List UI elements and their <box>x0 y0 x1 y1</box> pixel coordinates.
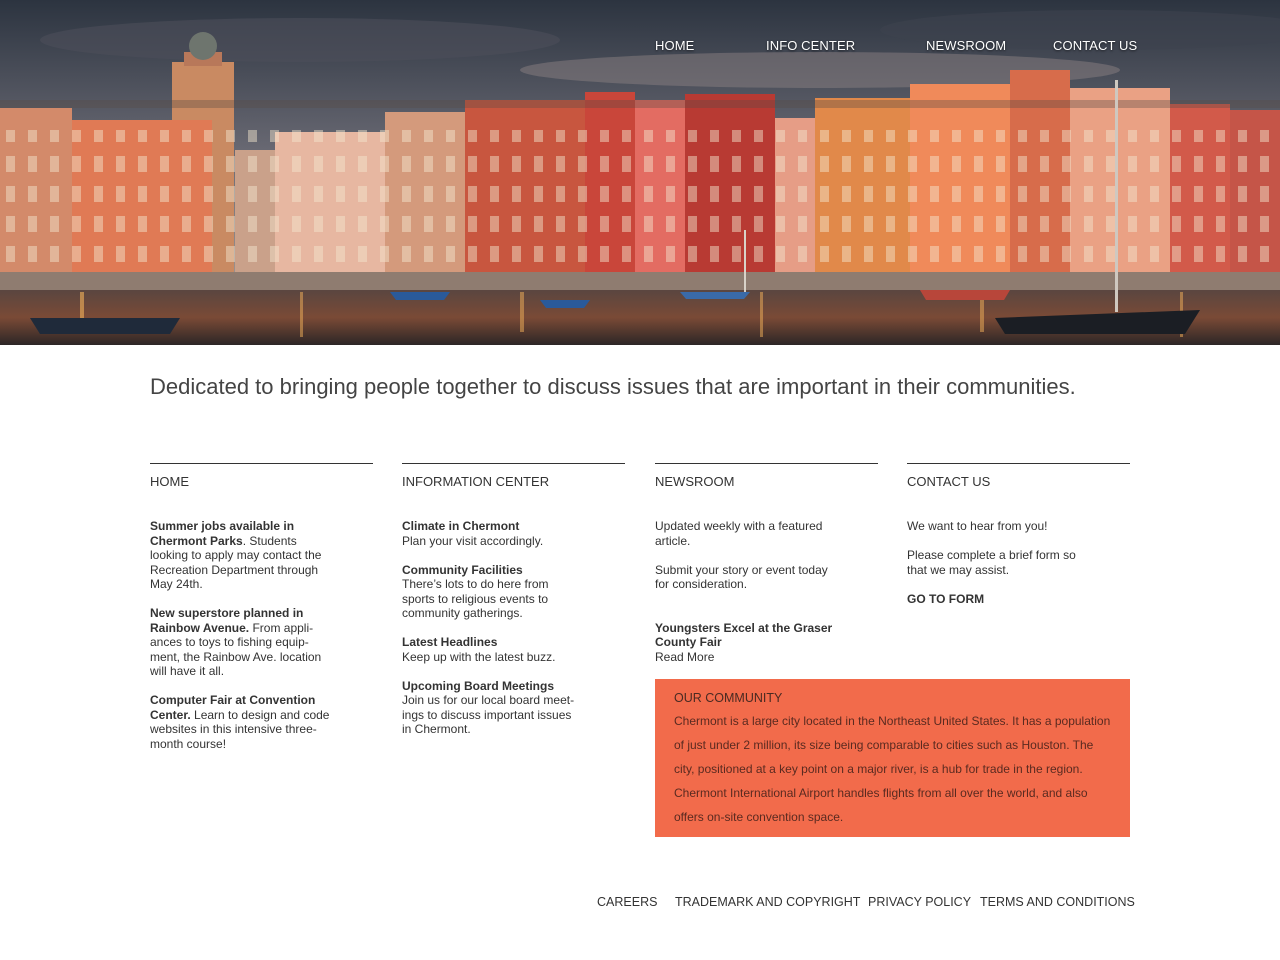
footer-trademark-link[interactable]: TRADEMARK AND COPYRIGHT <box>675 895 860 909</box>
column-heading-info-center: INFORMATION CENTER <box>402 474 550 489</box>
info-item-text: Keep up with the latest buzz. <box>402 649 556 664</box>
info-item-title[interactable]: Upcoming Board Meetings <box>402 679 582 694</box>
contact-instructions: Please complete a brief form so that we … <box>907 548 1076 577</box>
info-item-text: There’s lots to do here from sports to r… <box>402 577 549 620</box>
newsroom-submit-text: Submit your story or event today for con… <box>655 562 828 592</box>
nav-home[interactable]: HOME <box>655 38 694 53</box>
contact-intro: We want to hear from you! <box>907 519 1048 533</box>
go-to-form-button[interactable]: GO TO FORM <box>907 592 1087 607</box>
info-item-title[interactable]: Community Facilities <box>402 563 582 578</box>
footer-privacy-link[interactable]: PRIVACY POLICY <box>868 895 971 909</box>
column-heading-home: HOME <box>150 474 189 489</box>
news-item[interactable]: New superstore planned in Rainbow Avenue… <box>150 606 330 679</box>
newsroom-intro: Updated weekly with a featured article. <box>655 519 823 548</box>
footer-terms-link[interactable]: TERMS AND CONDITIONS <box>980 895 1135 909</box>
info-item[interactable]: Climate in Chermont Plan your visit acco… <box>402 519 582 548</box>
column-divider <box>907 463 1130 464</box>
column-divider <box>402 463 625 464</box>
tagline: Dedicated to bringing people together to… <box>150 374 1076 399</box>
newsroom-column: NEWSROOM Updated weekly with a featured … <box>655 463 878 679</box>
column-heading-newsroom: NEWSROOM <box>655 474 735 489</box>
info-item-text: Join us for our local board meet-ings to… <box>402 693 575 736</box>
our-community-box: OUR COMMUNITY Chermont is a large city l… <box>655 679 1130 837</box>
contact-column: CONTACT US We want to hear from you! Ple… <box>907 463 1130 606</box>
community-text: Chermont is a large city located in the … <box>674 714 1111 824</box>
read-more-link[interactable]: Read More <box>655 650 835 665</box>
hero-banner: HOME INFO CENTER NEWSROOM CONTACT US <box>0 0 1280 345</box>
info-item[interactable]: Latest Headlines Keep up with the latest… <box>402 635 582 664</box>
info-item-title[interactable]: Latest Headlines <box>402 635 582 650</box>
featured-article[interactable]: Youngsters Excel at the Graser County Fa… <box>655 621 835 665</box>
info-item[interactable]: Community Facilities There’s lots to do … <box>402 563 582 621</box>
column-divider <box>655 463 878 464</box>
footer-careers-link[interactable]: CAREERS <box>597 895 657 909</box>
column-heading-contact: CONTACT US <box>907 474 991 489</box>
nav-newsroom[interactable]: NEWSROOM <box>926 38 1006 53</box>
featured-article-title[interactable]: Youngsters Excel at the Graser County Fa… <box>655 621 835 650</box>
home-column: HOME Summer jobs available in Chermont P… <box>150 463 373 766</box>
news-item[interactable]: Computer Fair at Convention Center. Lear… <box>150 693 330 751</box>
community-title: OUR COMMUNITY <box>674 691 783 705</box>
news-item[interactable]: Summer jobs available in Chermont Parks.… <box>150 519 330 592</box>
nav-contact-us[interactable]: CONTACT US <box>1053 38 1137 53</box>
info-item-text: Plan your visit accordingly. <box>402 533 544 548</box>
info-item-title[interactable]: Climate in Chermont <box>402 519 582 534</box>
top-navigation: HOME INFO CENTER NEWSROOM CONTACT US <box>0 38 1280 58</box>
column-divider <box>150 463 373 464</box>
nav-info-center[interactable]: INFO CENTER <box>766 38 855 53</box>
info-item[interactable]: Upcoming Board Meetings Join us for our … <box>402 679 582 737</box>
info-center-column: INFORMATION CENTER Climate in Chermont P… <box>402 463 625 751</box>
